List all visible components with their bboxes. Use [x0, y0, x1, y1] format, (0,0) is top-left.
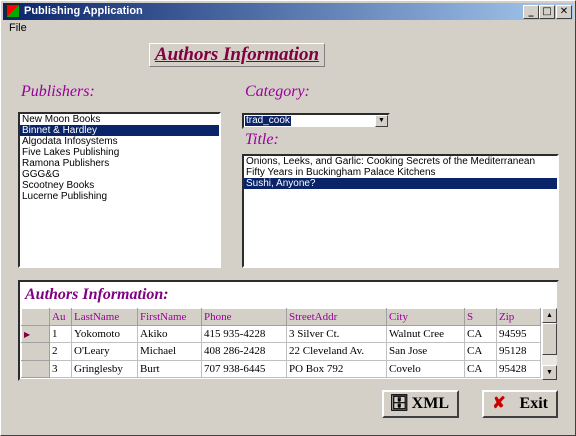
column-header[interactable]: FirstName — [137, 308, 202, 326]
maximize-button[interactable]: □ — [539, 5, 555, 19]
table-cell[interactable]: CA — [464, 342, 497, 361]
table-cell[interactable]: CA — [464, 324, 497, 344]
row-header[interactable] — [21, 342, 50, 361]
column-header[interactable]: Phone — [201, 308, 287, 326]
table-cell[interactable]: Akiko — [137, 324, 202, 344]
table-cell[interactable]: 95428 — [496, 359, 541, 379]
table-cell[interactable]: Michael — [137, 342, 202, 361]
category-combo[interactable]: trad_cook ▼ — [242, 113, 390, 129]
authors-caption: Authors Information: — [25, 286, 169, 303]
grid-header-row: Au LastName FirstName Phone StreetAddr C… — [21, 308, 541, 326]
table-cell[interactable]: CA — [464, 359, 497, 379]
table-cell[interactable]: 3 — [49, 359, 72, 379]
table-cell[interactable]: 1 — [49, 324, 72, 344]
minimize-button[interactable]: _ — [523, 5, 539, 19]
menu-file[interactable]: File — [9, 22, 27, 34]
titles-list-item[interactable]: Fifty Years in Buckingham Palace Kitchen… — [244, 167, 557, 178]
publishers-list-item[interactable]: Binnet & Hardley — [20, 125, 219, 136]
column-header[interactable]: LastName — [71, 308, 138, 326]
publishers-list-item[interactable]: GGG&G — [20, 169, 219, 180]
red-x-icon: ✘ — [492, 395, 506, 412]
table-cell[interactable]: 22 Cleveland Av. — [286, 342, 387, 361]
publishers-listbox[interactable]: New Moon Books Binnet & Hardley Algodata I… — [18, 112, 221, 268]
table-cell[interactable]: 95128 — [496, 342, 541, 361]
titles-list-item[interactable]: Onions, Leeks, and Garlic: Cooking Secre… — [244, 156, 557, 167]
table-cell[interactable]: 3 Silver Ct. — [286, 324, 387, 344]
table-row[interactable]: 2 O'Leary Michael 408 286-2428 22 Cleveland … — [21, 342, 541, 361]
column-header[interactable]: Zip — [496, 308, 541, 326]
column-header[interactable]: S — [464, 308, 497, 326]
table-cell[interactable]: 415 935-4228 — [201, 324, 287, 344]
row-header-corner — [21, 308, 50, 326]
menu-bar: File — [3, 20, 573, 36]
row-header[interactable] — [21, 359, 50, 379]
category-label: Category: — [245, 83, 310, 100]
exit-button[interactable]: ✘ Exit — [482, 390, 558, 418]
table-cell[interactable]: Gringlesby — [71, 359, 138, 379]
table-cell[interactable]: 707 938-6445 — [201, 359, 287, 379]
title-bar[interactable]: Publishing Application _ □ ✕ — [3, 3, 573, 20]
titles-list-item[interactable]: Sushi, Anyone? — [244, 178, 557, 189]
publishers-list-item[interactable]: Ramona Publishers — [20, 158, 219, 169]
scroll-thumb[interactable] — [542, 323, 557, 355]
table-cell[interactable]: Walnut Cree — [386, 324, 465, 344]
publishers-list-item[interactable]: New Moon Books — [20, 114, 219, 125]
publishers-list-item[interactable]: Lucerne Publishing — [20, 191, 219, 202]
table-cell[interactable]: O'Leary — [71, 342, 138, 361]
table-cell[interactable]: Yokomoto — [71, 324, 138, 344]
publishers-list-item[interactable]: Algodata Infosystems — [20, 136, 219, 147]
category-value: trad_cook — [245, 115, 291, 126]
main-window: Publishing Application _ □ ✕ File Author… — [0, 0, 576, 436]
authors-grid[interactable]: Au LastName FirstName Phone StreetAddr C… — [21, 308, 541, 379]
xml-button-label: XML — [411, 395, 449, 412]
table-cell[interactable]: 2 — [49, 342, 72, 361]
page-title-box: Authors Information — [149, 43, 325, 67]
column-header[interactable]: Au — [49, 308, 72, 326]
column-header[interactable]: StreetAddr — [286, 308, 387, 326]
exit-button-label: Exit — [519, 395, 548, 412]
scroll-up-icon[interactable]: ▲ — [542, 308, 557, 323]
table-row[interactable]: ▶ 1 Yokomoto Akiko 415 935-4228 3 Silver Ct. W… — [21, 324, 541, 344]
publishers-label: Publishers: — [21, 83, 95, 100]
table-cell[interactable]: PO Box 792 — [286, 359, 387, 379]
page-title: Authors Information — [154, 44, 320, 65]
publishers-list-item[interactable]: Five Lakes Publishing — [20, 147, 219, 158]
xml-button[interactable]: 🗄 XML — [382, 390, 459, 418]
publishers-list-item[interactable]: Scootney Books — [20, 180, 219, 191]
app-icon[interactable] — [6, 4, 20, 18]
title-label: Title: — [245, 131, 279, 148]
table-cell[interactable]: Burt — [137, 359, 202, 379]
titles-listbox[interactable]: Onions, Leeks, and Garlic: Cooking Secre… — [242, 154, 559, 268]
table-cell[interactable]: 408 286-2428 — [201, 342, 287, 361]
close-button[interactable]: ✕ — [556, 5, 572, 19]
grid-vertical-scrollbar[interactable]: ▲ ▼ — [542, 308, 557, 380]
scroll-down-icon[interactable]: ▼ — [542, 365, 557, 380]
table-cell[interactable]: 94595 — [496, 324, 541, 344]
row-header[interactable]: ▶ — [21, 324, 50, 344]
table-row[interactable]: 3 Gringlesby Burt 707 938-6445 PO Box 792 Cov… — [21, 359, 541, 379]
table-cell[interactable]: Covelo — [386, 359, 465, 379]
window-title: Publishing Application — [24, 5, 143, 17]
table-cell[interactable]: San Jose — [386, 342, 465, 361]
chevron-down-icon[interactable]: ▼ — [375, 115, 388, 127]
authors-panel: Authors Information: Au LastName FirstNa… — [18, 280, 559, 381]
database-icon: 🗄 — [389, 395, 410, 412]
column-header[interactable]: City — [386, 308, 465, 326]
